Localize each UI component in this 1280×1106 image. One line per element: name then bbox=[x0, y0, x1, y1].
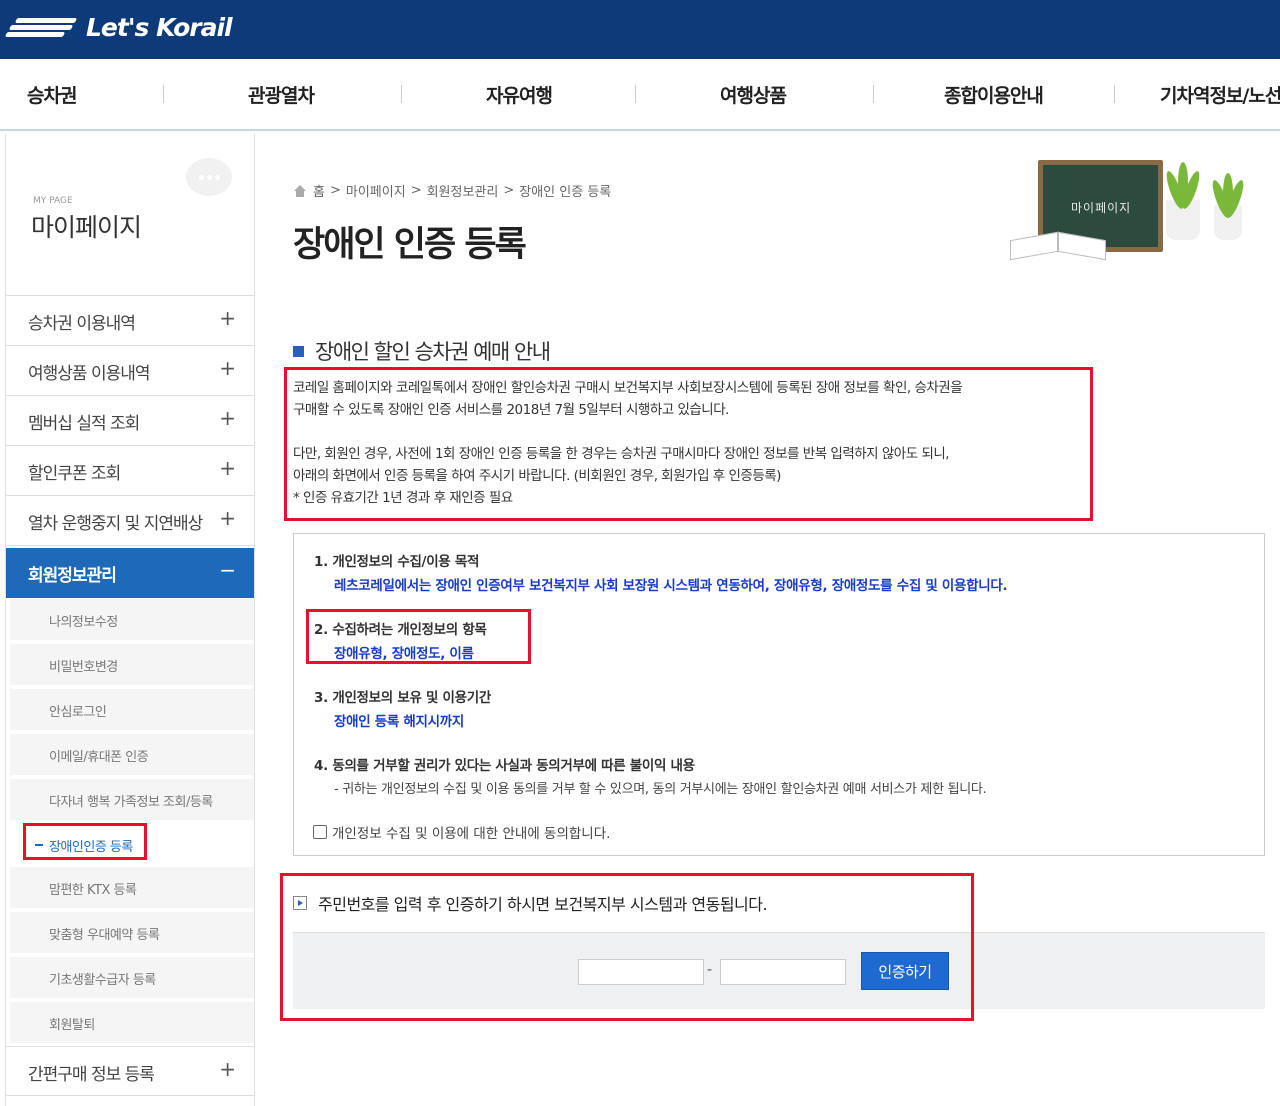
chalkboard-text: 마이페이지 bbox=[1071, 201, 1132, 215]
page-title: 장애인 인증 등록 bbox=[293, 225, 527, 265]
sidebar-item-label: 여행상품 이용내역 bbox=[28, 364, 151, 384]
sidebar-item-label: 간편구매 정보 등록 bbox=[28, 1065, 155, 1085]
sidebar-item-label: 열차 운행중지 및 지연배상 bbox=[28, 514, 203, 534]
breadcrumb-current: 장애인 인증 등록 bbox=[519, 185, 612, 200]
plus-icon: + bbox=[219, 506, 236, 530]
term-answer: 장애인 등록 해지시까지 bbox=[334, 714, 464, 730]
sidebar-item-travel-history[interactable]: 여행상품 이용내역 + bbox=[6, 346, 254, 396]
gnb-item-tour-train[interactable]: 관광열차 bbox=[248, 81, 315, 108]
submenu-label: 맞춤형 우대예약 등록 bbox=[49, 928, 160, 943]
square-bullet-icon bbox=[293, 345, 304, 357]
plant-pot-icon bbox=[1209, 173, 1247, 240]
gnb-divider bbox=[163, 85, 164, 103]
term-question: 3. 개인정보의 보유 및 이용기간 bbox=[314, 690, 491, 706]
highlight-box-auth bbox=[280, 873, 974, 1021]
gnb-divider bbox=[873, 85, 874, 103]
chevron-right-icon: > bbox=[329, 183, 341, 198]
submenu-item-change-password[interactable]: 비밀번호변경 bbox=[10, 644, 254, 687]
gnb-item-station-info[interactable]: 기차역정보/노선 bbox=[1160, 81, 1280, 108]
term-answer: - 귀하는 개인정보의 수집 및 이용 동의를 거부 할 수 있으며, 동의 거… bbox=[334, 782, 987, 797]
term-item: 1. 개인정보의 수집/이용 목적 레츠코레일에서는 장애인 인증여부 보건복지… bbox=[314, 550, 1008, 594]
submenu-label: 비밀번호변경 bbox=[49, 660, 118, 675]
section-title-text: 장애인 할인 승차권 예매 안내 bbox=[315, 340, 551, 364]
mypage-illustration: 마이페이지 bbox=[1010, 150, 1260, 280]
breadcrumb-home[interactable]: 홈 bbox=[313, 181, 325, 200]
submenu-label: 나의정보수정 bbox=[49, 615, 118, 630]
global-nav: 승차권 관광열차 자유여행 여행상품 종합이용안내 기차역정보/노선 bbox=[0, 59, 1280, 131]
privacy-terms-box: 1. 개인정보의 수집/이용 목적 레츠코레일에서는 장애인 인증여부 보건복지… bbox=[293, 533, 1265, 856]
sidebar-item-delay-compensation[interactable]: 열차 운행중지 및 지연배상 + bbox=[6, 496, 254, 546]
gnb-item-travel-products[interactable]: 여행상품 bbox=[720, 81, 787, 108]
highlight-box-term2 bbox=[306, 609, 531, 664]
home-icon bbox=[293, 184, 307, 197]
sidebar-subtitle: MY PAGE bbox=[33, 196, 73, 206]
submenu-label: 다자녀 행복 가족정보 조회/등록 bbox=[49, 795, 213, 810]
term-question: 1. 개인정보의 수집/이용 목적 bbox=[314, 554, 480, 570]
open-book-icon bbox=[1010, 230, 1106, 261]
term-answer: 레츠코레일에서는 장애인 인증여부 보건복지부 사회 보장원 시스템과 연동하여… bbox=[334, 578, 1008, 594]
submenu-item-safe-login[interactable]: 안심로그인 bbox=[10, 689, 254, 732]
submenu-label: 맘편한 KTX 등록 bbox=[49, 883, 137, 898]
sidebar-item-coupon[interactable]: 할인쿠폰 조회 + bbox=[6, 446, 254, 496]
submenu-label: 기초생활수급자 등록 bbox=[49, 973, 156, 988]
sidebar-item-member-info[interactable]: 회원정보관리 − bbox=[6, 548, 254, 598]
agree-checkbox-row[interactable]: 개인정보 수집 및 이용에 대한 안내에 동의합니다. bbox=[313, 822, 610, 842]
sidebar-item-ticket-history[interactable]: 승차권 이용내역 + bbox=[6, 296, 254, 346]
logo-text: Let's Korail bbox=[86, 12, 233, 42]
submenu-label: 안심로그인 bbox=[49, 705, 107, 720]
submenu-label: 회원탈퇴 bbox=[49, 1018, 95, 1033]
speech-bubble-icon bbox=[186, 158, 232, 196]
plus-icon: + bbox=[219, 306, 236, 330]
plus-icon: + bbox=[219, 356, 236, 380]
highlight-box-sidebar bbox=[23, 823, 147, 860]
breadcrumb: 홈 > 마이페이지 > 회원정보관리 > 장애인 인증 등록 bbox=[293, 181, 611, 200]
sidebar-item-label: 멤버십 실적 조회 bbox=[28, 414, 140, 434]
term-item: 3. 개인정보의 보유 및 이용기간 장애인 등록 해지시까지 bbox=[314, 686, 491, 730]
sidebar-item-label: 승차권 이용내역 bbox=[28, 314, 136, 334]
gnb-item-free-travel[interactable]: 자유여행 bbox=[486, 81, 553, 108]
submenu-label: 이메일/휴대폰 인증 bbox=[49, 750, 149, 765]
submenu-item-multi-child-family[interactable]: 다자녀 행복 가족정보 조회/등록 bbox=[10, 779, 254, 822]
korail-logo[interactable]: Let's Korail bbox=[4, 12, 233, 42]
sidebar-item-label: 회원정보관리 bbox=[28, 566, 117, 586]
plus-icon: + bbox=[219, 1057, 236, 1081]
gnb-item-tickets[interactable]: 승차권 bbox=[27, 81, 77, 108]
sidebar: MY PAGE 마이페이지 승차권 이용내역 + 여행상품 이용내역 + 멤버십… bbox=[5, 134, 255, 1106]
submenu-item-edit-info[interactable]: 나의정보수정 bbox=[10, 599, 254, 642]
agree-checkbox[interactable] bbox=[313, 825, 327, 839]
plus-icon: + bbox=[219, 406, 236, 430]
plus-icon: + bbox=[219, 456, 236, 480]
submenu-item-mom-ktx[interactable]: 맘편한 KTX 등록 bbox=[10, 867, 254, 910]
submenu-item-email-phone-auth[interactable]: 이메일/휴대폰 인증 bbox=[10, 734, 254, 777]
submenu-item-withdraw[interactable]: 회원탈퇴 bbox=[10, 1002, 254, 1045]
sidebar-header: MY PAGE 마이페이지 bbox=[6, 134, 254, 296]
sidebar-title: 마이페이지 bbox=[31, 213, 142, 242]
minus-icon: − bbox=[219, 558, 236, 582]
top-header: Let's Korail bbox=[0, 0, 1280, 59]
chevron-right-icon: > bbox=[503, 183, 515, 198]
submenu-item-basic-livelihood[interactable]: 기초생활수급자 등록 bbox=[10, 957, 254, 1000]
gnb-divider bbox=[1114, 85, 1115, 103]
plant-pot-icon bbox=[1163, 162, 1203, 240]
section-title: 장애인 할인 승차권 예매 안내 bbox=[293, 336, 551, 366]
agree-label: 개인정보 수집 및 이용에 대한 안내에 동의합니다. bbox=[332, 826, 611, 842]
submenu-item-custom-priority[interactable]: 맞춤형 우대예약 등록 bbox=[10, 912, 254, 955]
gnb-divider bbox=[401, 85, 402, 103]
chevron-right-icon: > bbox=[410, 183, 422, 198]
sidebar-item-label: 할인쿠폰 조회 bbox=[28, 464, 121, 484]
highlight-box-notice bbox=[284, 367, 1093, 521]
term-question: 4. 동의를 거부할 권리가 있다는 사실과 동의거부에 따른 불이익 내용 bbox=[314, 758, 695, 774]
gnb-divider bbox=[635, 85, 636, 103]
logo-mark-icon bbox=[4, 12, 80, 42]
term-item: 4. 동의를 거부할 권리가 있다는 사실과 동의거부에 따른 불이익 내용 -… bbox=[314, 754, 987, 797]
sidebar-item-quick-purchase[interactable]: 간편구매 정보 등록 + bbox=[6, 1046, 254, 1096]
breadcrumb-member-info[interactable]: 회원정보관리 bbox=[427, 181, 499, 200]
breadcrumb-mypage[interactable]: 마이페이지 bbox=[346, 181, 406, 200]
gnb-item-guide[interactable]: 종합이용안내 bbox=[944, 81, 1044, 108]
sidebar-item-membership[interactable]: 멤버십 실적 조회 + bbox=[6, 396, 254, 446]
